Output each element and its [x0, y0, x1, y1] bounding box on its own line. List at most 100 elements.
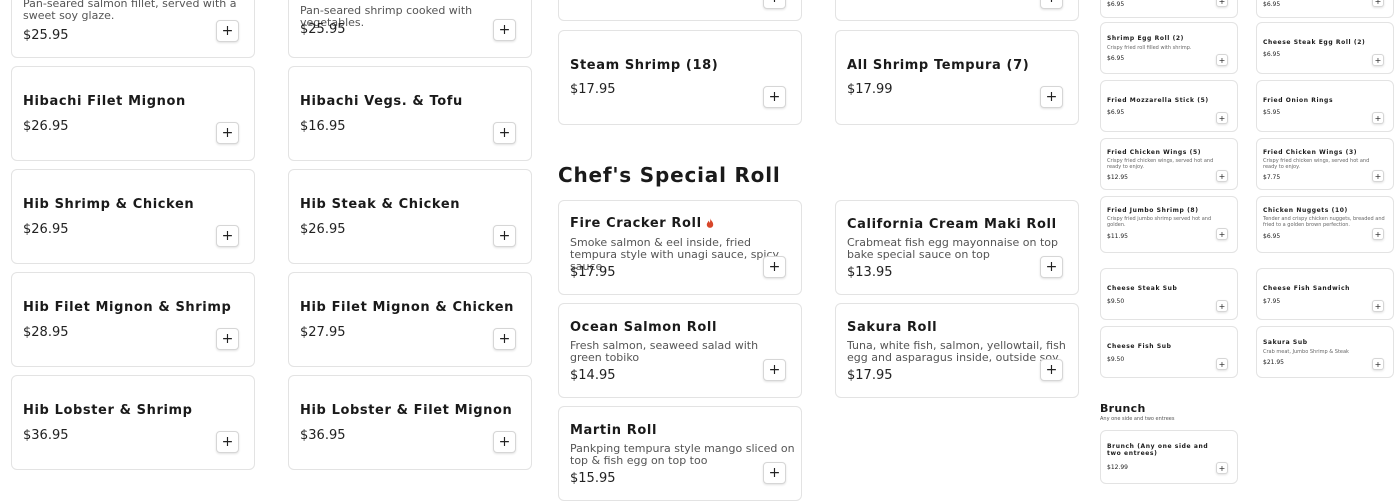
item-price: $17.95	[847, 368, 893, 383]
menu-item-card[interactable]: Fried Chicken Wings (3) Crispy fried chi…	[1256, 138, 1394, 190]
add-to-cart-button[interactable]: +	[1216, 54, 1228, 66]
add-to-cart-button[interactable]: +	[1216, 358, 1228, 370]
item-description: Crispy fried chicken wings, served hot a…	[1107, 158, 1214, 170]
add-to-cart-button[interactable]: +	[1040, 256, 1063, 278]
item-price: $25.95	[300, 22, 346, 37]
add-to-cart-button[interactable]: +	[1216, 300, 1228, 312]
menu-item-card[interactable]: Hibachi Filet Mignon $26.95 +	[11, 66, 255, 161]
add-to-cart-button[interactable]: +	[763, 0, 786, 9]
menu-item-card[interactable]: Cheese Fish Sandwich $7.95 +	[1256, 268, 1394, 320]
menu-item-card[interactable]: Sakura Roll Tuna, white fish, salmon, ye…	[835, 303, 1079, 398]
menu-item-card[interactable]: Fried Mozzarella Stick (5) $6.95 +	[1100, 80, 1238, 132]
menu-item-card[interactable]: Hib Filet Mignon & Shrimp $28.95 +	[11, 272, 255, 367]
add-to-cart-button[interactable]: +	[1040, 359, 1063, 381]
add-to-cart-button[interactable]: +	[1372, 54, 1384, 66]
add-to-cart-button[interactable]: +	[493, 19, 516, 41]
item-name: Chicken Nuggets (10)	[1263, 207, 1348, 214]
plus-icon: +	[768, 465, 781, 481]
plus-icon: +	[221, 228, 234, 244]
add-to-cart-button[interactable]: +	[216, 328, 239, 350]
item-description: Crispy fried roll filled with shrimp.	[1107, 45, 1192, 51]
item-price: $11.95	[1107, 233, 1128, 240]
add-to-cart-button[interactable]: +	[763, 462, 786, 484]
menu-item-card[interactable]: Pan-seared salmon fillet, served with a …	[11, 0, 255, 58]
add-to-cart-button[interactable]: +	[1372, 300, 1384, 312]
add-to-cart-button[interactable]: +	[216, 225, 239, 247]
add-to-cart-button[interactable]: +	[1216, 228, 1228, 240]
add-to-cart-button[interactable]: +	[763, 86, 786, 108]
plus-icon: +	[1374, 113, 1382, 123]
item-price: $28.95	[23, 325, 69, 340]
add-to-cart-button[interactable]: +	[216, 431, 239, 453]
item-name: Fried Jumbo Shrimp (8)	[1107, 207, 1199, 214]
item-description: Pankping tempura style mango sliced on t…	[570, 442, 795, 467]
add-to-cart-button[interactable]: +	[1372, 170, 1384, 182]
add-to-cart-button[interactable]: +	[216, 20, 239, 42]
menu-item-card[interactable]: Pan-seared shrimp cooked with vegetables…	[288, 0, 532, 58]
add-to-cart-button[interactable]: +	[1372, 0, 1384, 7]
item-name: Fried Mozzarella Stick (5)	[1107, 97, 1209, 104]
menu-item-card[interactable]: Brunch (Any one side and two entrees) $1…	[1100, 430, 1238, 484]
plus-icon: +	[1218, 229, 1226, 239]
add-to-cart-button[interactable]: +	[1372, 112, 1384, 124]
menu-item-card-partial[interactable]: +	[835, 0, 1079, 21]
menu-item-card[interactable]: Steam Shrimp (18) $17.95 +	[558, 30, 802, 125]
menu-item-card[interactable]: Cheese Steak Egg Roll (2) $6.95 +	[1256, 22, 1394, 74]
menu-item-card[interactable]: Cheese Fish Sub $9.50 +	[1100, 326, 1238, 378]
add-to-cart-button[interactable]: +	[493, 431, 516, 453]
menu-item-card[interactable]: Fried Onion Rings $5.95 +	[1256, 80, 1394, 132]
item-name: Brunch (Any one side and two entrees)	[1107, 443, 1209, 457]
add-to-cart-button[interactable]: +	[1040, 86, 1063, 108]
plus-icon: +	[498, 331, 511, 347]
plus-icon: +	[1045, 259, 1058, 275]
plus-icon: +	[1374, 55, 1382, 65]
item-price: $36.95	[23, 428, 69, 443]
menu-item-card-partial[interactable]: +	[558, 0, 802, 21]
menu-item-card[interactable]: Hib Steak & Chicken $26.95 +	[288, 169, 532, 264]
add-to-cart-button[interactable]: +	[1216, 0, 1228, 7]
plus-icon: +	[221, 23, 234, 39]
add-to-cart-button[interactable]: +	[1216, 112, 1228, 124]
add-to-cart-button[interactable]: +	[763, 256, 786, 278]
add-to-cart-button[interactable]: +	[493, 328, 516, 350]
item-price: $27.95	[300, 325, 346, 340]
menu-item-card[interactable]: Ocean Salmon Roll Fresh salmon, seaweed …	[558, 303, 802, 398]
add-to-cart-button[interactable]: +	[1040, 0, 1063, 9]
item-price: $15.95	[570, 471, 616, 486]
add-to-cart-button[interactable]: +	[216, 122, 239, 144]
menu-item-card[interactable]: Cheese Steak Sub $9.50 +	[1100, 268, 1238, 320]
item-price: $12.95	[1107, 174, 1128, 181]
item-price: $13.95	[847, 265, 893, 280]
menu-item-card[interactable]: Hib Lobster & Shrimp $36.95 +	[11, 375, 255, 470]
add-to-cart-button[interactable]: +	[1372, 358, 1384, 370]
item-name: Sakura Roll	[847, 320, 938, 335]
add-to-cart-button[interactable]: +	[1372, 228, 1384, 240]
menu-item-card[interactable]: Hib Shrimp & Chicken $26.95 +	[11, 169, 255, 264]
menu-item-card[interactable]: Fire Cracker Roll Smoke salmon & eel ins…	[558, 200, 802, 295]
menu-item-card[interactable]: Shrimp Egg Roll (2) Crispy fried roll fi…	[1100, 22, 1238, 74]
add-to-cart-button[interactable]: +	[1216, 462, 1228, 474]
add-to-cart-button[interactable]: +	[763, 359, 786, 381]
item-name: Fried Chicken Wings (3)	[1263, 149, 1358, 156]
menu-item-card[interactable]: Hibachi Vegs. & Tofu $16.95 +	[288, 66, 532, 161]
menu-item-card[interactable]: Fried Chicken Wings (5) Crispy fried chi…	[1100, 138, 1238, 190]
menu-item-card[interactable]: $6.95 +	[1100, 0, 1238, 18]
add-to-cart-button[interactable]: +	[493, 225, 516, 247]
chili-flame-icon	[706, 218, 713, 228]
menu-item-card[interactable]: Hib Lobster & Filet Mignon $36.95 +	[288, 375, 532, 470]
add-to-cart-button[interactable]: +	[1216, 170, 1228, 182]
menu-item-card[interactable]: Fried Jumbo Shrimp (8) Crispy fried jumb…	[1100, 196, 1238, 253]
menu-item-card[interactable]: California Cream Maki Roll Crabmeat fish…	[835, 200, 1079, 295]
menu-item-card[interactable]: Hib Filet Mignon & Chicken $27.95 +	[288, 272, 532, 367]
menu-item-card[interactable]: Sakura Sub Crab meat, Jumbo Shrimp & Ste…	[1256, 326, 1394, 378]
plus-icon: +	[768, 89, 781, 105]
menu-item-card[interactable]: $6.95 +	[1256, 0, 1394, 18]
item-price: $26.95	[300, 222, 346, 237]
menu-item-card[interactable]: All Shrimp Tempura (7) $17.99 +	[835, 30, 1079, 125]
menu-item-card[interactable]: Martin Roll Pankping tempura style mango…	[558, 406, 802, 501]
menu-item-card[interactable]: Chicken Nuggets (10) Tender and crispy c…	[1256, 196, 1394, 253]
plus-icon: +	[1045, 362, 1058, 378]
item-price: $9.50	[1107, 356, 1125, 363]
plus-icon: +	[498, 125, 511, 141]
add-to-cart-button[interactable]: +	[493, 122, 516, 144]
